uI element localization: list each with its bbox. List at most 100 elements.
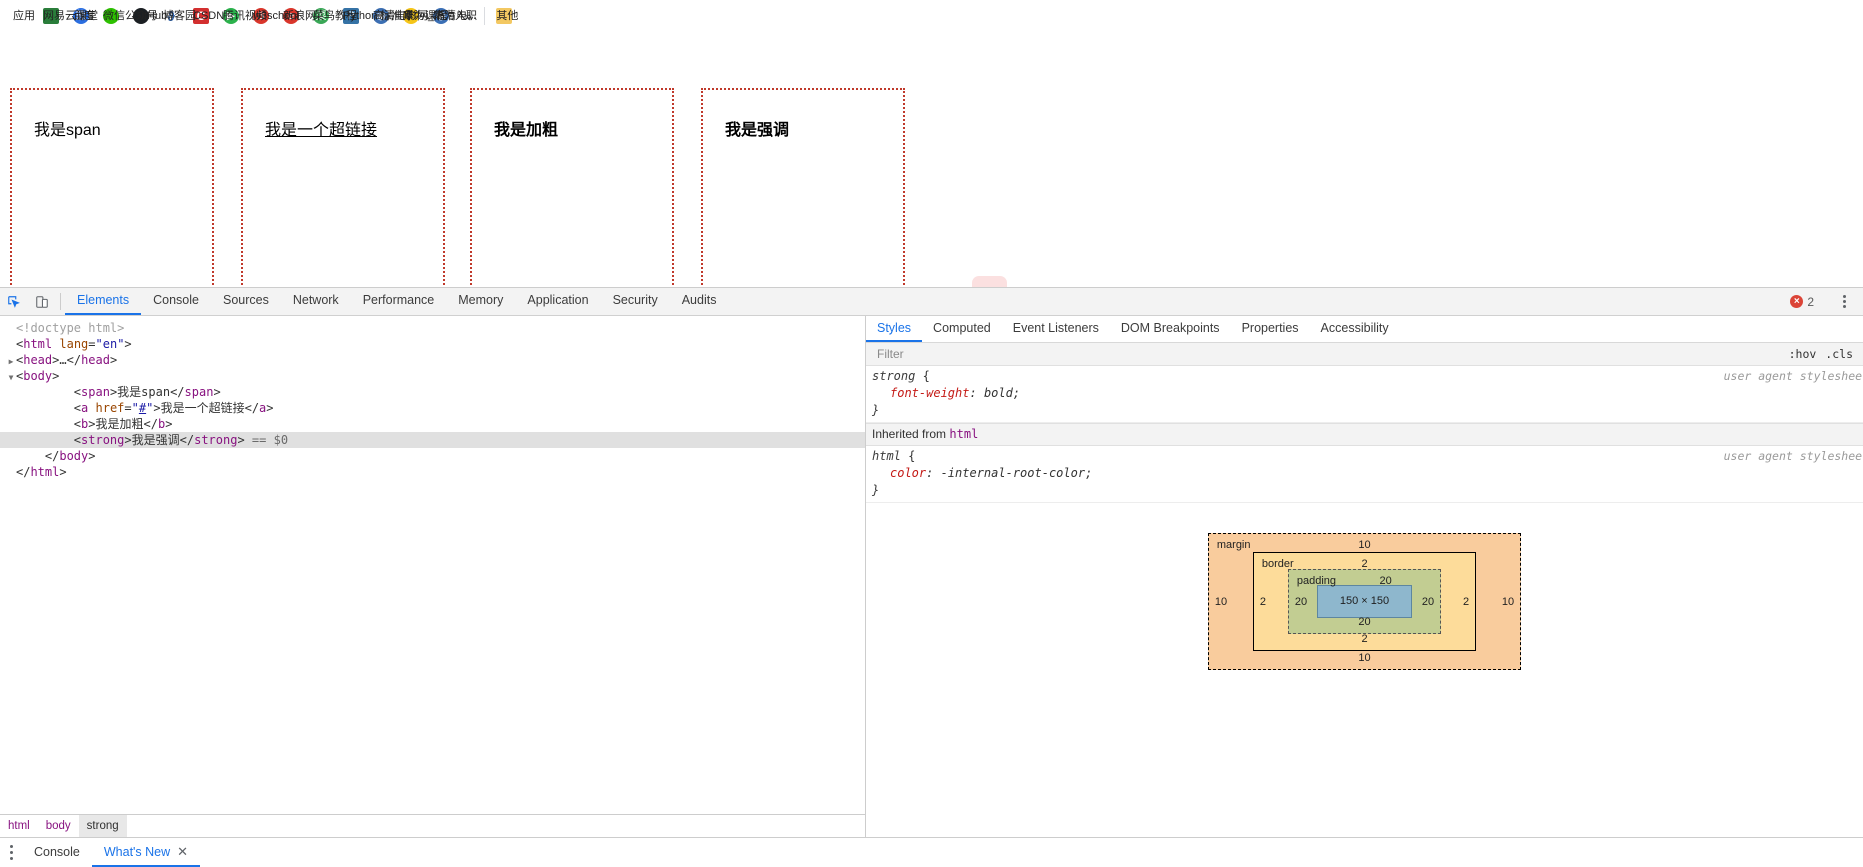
bookmark-item-3[interactable]: 微信公众号 bbox=[96, 6, 158, 26]
box-model-padding-bottom[interactable]: 20 bbox=[1358, 614, 1370, 630]
box-model-border-right[interactable]: 2 bbox=[1463, 594, 1469, 610]
dom-node-line[interactable]: </body> bbox=[0, 448, 865, 464]
box-model-margin[interactable]: margin 10 10 10 10 border 2 2 2 2 paddin… bbox=[1207, 533, 1522, 670]
dom-tree-pane: <!doctype html> <html lang="en"> ▶ <head>…<… bbox=[0, 316, 866, 837]
error-count-badge[interactable]: × 2 bbox=[1790, 295, 1814, 309]
dom-node-line[interactable]: <!doctype html> bbox=[0, 320, 865, 336]
bookmark-item-0[interactable]: 应用 bbox=[6, 8, 36, 25]
close-icon[interactable]: ✕ bbox=[177, 844, 188, 860]
styles-filter-input[interactable] bbox=[872, 347, 1789, 361]
inspect-element-icon[interactable] bbox=[0, 288, 28, 315]
dom-node-line[interactable]: ▼ <body> bbox=[0, 368, 865, 384]
box-model-padding-top[interactable]: 20 bbox=[1380, 573, 1392, 589]
rule-origin-label: user agent stylesheet bbox=[1723, 449, 1863, 463]
toolbar-divider bbox=[60, 293, 61, 310]
dom-node-line[interactable]: <strong>我是强调</strong> == $0 bbox=[0, 432, 865, 448]
hov-toggle[interactable]: :hov bbox=[1789, 347, 1817, 361]
rule-origin-label: user agent stylesheet bbox=[1723, 369, 1863, 383]
devtools-tab-elements[interactable]: Elements bbox=[65, 288, 142, 315]
drawer-kebab-menu-icon[interactable] bbox=[0, 838, 22, 867]
bookmarks-divider bbox=[484, 7, 486, 25]
dom-tree[interactable]: <!doctype html> <html lang="en"> ▶ <head>…<… bbox=[0, 316, 865, 814]
error-count-label: 2 bbox=[1807, 294, 1814, 309]
hyperlink-text[interactable]: 我是一个超链接 bbox=[265, 116, 377, 140]
css-declaration[interactable]: color: -internal-root-color; bbox=[872, 465, 1863, 482]
drawer-tab-what-s-new[interactable]: What's New ✕ bbox=[91, 838, 201, 867]
box-model-margin-label: margin bbox=[1216, 539, 1251, 551]
bookmark-other-folder[interactable]: 其他 bbox=[489, 6, 519, 26]
breadcrumb-item-html[interactable]: html bbox=[0, 815, 38, 837]
box-model-margin-top[interactable]: 10 bbox=[1358, 537, 1370, 553]
dom-node-line[interactable]: <html lang="en"> bbox=[0, 336, 865, 352]
devtools-tab-performance[interactable]: Performance bbox=[351, 288, 447, 315]
css-rule-strong[interactable]: user agent stylesheet strong {font-weight… bbox=[866, 366, 1863, 423]
demo-box-span: 我是span bbox=[10, 88, 214, 287]
breadcrumb-item-body[interactable]: body bbox=[38, 815, 79, 837]
styles-state-toggles: :hov .cls bbox=[1789, 347, 1857, 361]
box-model-margin-right[interactable]: 10 bbox=[1502, 594, 1514, 610]
bookmark-label: 博客园 bbox=[163, 10, 196, 22]
drawer-tab-label: Console bbox=[34, 844, 80, 859]
device-toolbar-icon[interactable] bbox=[28, 288, 56, 315]
devtools-tab-network[interactable]: Network bbox=[281, 288, 351, 315]
box-model-border-left[interactable]: 2 bbox=[1260, 594, 1266, 610]
box-model-border[interactable]: border 2 2 2 2 padding 20 20 20 20 150 ×… bbox=[1252, 552, 1477, 651]
search-icon bbox=[972, 276, 1007, 287]
demo-box-bold: 我是加粗 bbox=[470, 88, 674, 287]
devtools-tab-security[interactable]: Security bbox=[601, 288, 670, 315]
bookmarks-bar: 应用 网易云课堂熊百度 微信公众号 GitHub ϑ 博客园 C CSDN ▶ 腾讯视频 3 w3sc… bbox=[0, 0, 1863, 32]
breadcrumb: html body strong bbox=[0, 814, 865, 837]
css-declaration[interactable]: font-weight: bold; bbox=[872, 385, 1863, 402]
bookmark-label: CSDN bbox=[193, 10, 225, 22]
dom-node-line[interactable]: <b>我是加粗</b> bbox=[0, 416, 865, 432]
inherited-from-header: Inherited from html bbox=[866, 423, 1863, 446]
inherited-label: Inherited from bbox=[872, 427, 947, 441]
dom-node-line[interactable]: <span>我是span</span> bbox=[0, 384, 865, 400]
styles-pane: Styles Computed Event Listeners DOM Breakpo… bbox=[866, 316, 1863, 837]
styles-tab-event-listeners[interactable]: Event Listeners bbox=[1002, 316, 1110, 342]
styles-rules-list: user agent stylesheet strong {font-weight… bbox=[866, 366, 1863, 837]
devtools-body: <!doctype html> <html lang="en"> ▶ <head>…<… bbox=[0, 316, 1863, 837]
box-model-margin-left[interactable]: 10 bbox=[1215, 594, 1227, 610]
devtools-tab-memory[interactable]: Memory bbox=[446, 288, 515, 315]
rule-selector-line[interactable]: html { bbox=[872, 448, 1863, 465]
bookmark-label: 新浪网 bbox=[283, 10, 316, 22]
box-model-padding-right[interactable]: 20 bbox=[1422, 594, 1434, 610]
box-model-diagram: margin 10 10 10 10 border 2 2 2 2 paddin… bbox=[866, 503, 1863, 670]
devtools-tab-application[interactable]: Application bbox=[515, 288, 600, 315]
devtools-toolbar: Elements Console Sources Network Performance… bbox=[0, 288, 1863, 316]
dom-node-line[interactable]: </html> bbox=[0, 464, 865, 480]
box-model-padding[interactable]: padding 20 20 20 20 150 × 150 bbox=[1287, 569, 1442, 634]
css-rule-html[interactable]: user agent stylesheet html {color: -inter… bbox=[866, 446, 1863, 503]
devtools-drawer: Console What's New ✕ bbox=[0, 837, 1863, 867]
bold-text: 我是加粗 bbox=[494, 122, 559, 139]
styles-tab-dom-breakpoints[interactable]: DOM Breakpoints bbox=[1110, 316, 1231, 342]
rule-selector-line[interactable]: strong { bbox=[872, 368, 1863, 385]
devtools-tab-audits[interactable]: Audits bbox=[670, 288, 729, 315]
page-viewport: 我是span 我是一个超链接 我是加粗 我是强调 bbox=[0, 32, 1863, 287]
dom-node-line[interactable]: ▶ <head>…</head> bbox=[0, 352, 865, 368]
bookmark-label: 应用 bbox=[13, 10, 35, 22]
rule-close-brace: } bbox=[872, 403, 880, 417]
styles-tab-computed[interactable]: Computed bbox=[922, 316, 1002, 342]
styles-tab-accessibility[interactable]: Accessibility bbox=[1310, 316, 1400, 342]
demo-box-strong: 我是强调 bbox=[701, 88, 905, 287]
drawer-tabs: Console What's New ✕ bbox=[22, 838, 201, 867]
own-rules: user agent stylesheet strong {font-weight… bbox=[866, 366, 1863, 423]
bookmark-label: 华为入职 bbox=[433, 10, 477, 22]
kebab-menu-icon[interactable] bbox=[1831, 295, 1857, 308]
box-model-padding-left[interactable]: 20 bbox=[1295, 594, 1307, 610]
devtools-panel: Elements Console Sources Network Performance… bbox=[0, 287, 1863, 867]
devtools-tab-console[interactable]: Console bbox=[141, 288, 211, 315]
box-model-margin-bottom[interactable]: 10 bbox=[1358, 650, 1370, 666]
devtools-tab-sources[interactable]: Sources bbox=[211, 288, 281, 315]
dom-node-line[interactable]: <a href="#">我是一个超链接</a> bbox=[0, 400, 865, 416]
bookmark-label: 百度 bbox=[73, 10, 95, 22]
cls-toggle[interactable]: .cls bbox=[1825, 347, 1853, 361]
styles-tab-styles[interactable]: Styles bbox=[866, 316, 923, 342]
styles-tab-properties[interactable]: Properties bbox=[1231, 316, 1310, 342]
span-text: 我是span bbox=[34, 122, 101, 139]
breadcrumb-item-strong[interactable]: strong bbox=[78, 815, 127, 837]
drawer-tab-console[interactable]: Console bbox=[22, 838, 92, 867]
bookmark-item-1[interactable]: 网易云课堂 bbox=[36, 6, 98, 26]
